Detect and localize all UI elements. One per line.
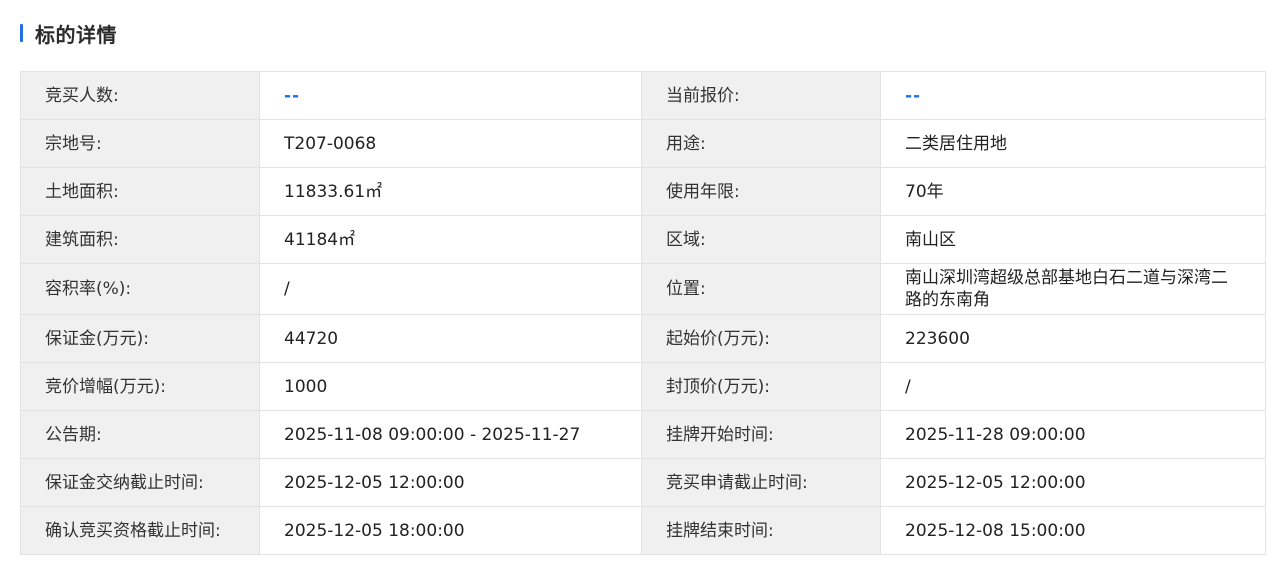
land-use-label: 用途: xyxy=(641,119,881,168)
bid-increment-value: 1000 xyxy=(259,362,642,411)
qualification-deadline-value: 2025-12-05 18:00:00 xyxy=(259,506,642,555)
table-row-announcement-period: 公告期: 2025-11-08 09:00:00 - 2025-11-27 挂牌… xyxy=(20,410,1266,459)
table-row-bidder-count: 竞买人数: -- 当前报价: -- xyxy=(20,71,1266,120)
plot-ratio-label: 容积率(%): xyxy=(20,263,260,315)
location-value: 南山深圳湾超级总部基地白石二道与深湾二路的东南角 xyxy=(880,263,1266,315)
table-row-bid-increment: 竞价增幅(万元): 1000 封顶价(万元): / xyxy=(20,362,1266,411)
location-label: 位置: xyxy=(641,263,881,315)
deposit-deadline-label: 保证金交纳截止时间: xyxy=(20,458,260,507)
current-bid-value: -- xyxy=(880,71,1266,120)
section-header: 标的详情 xyxy=(20,20,117,47)
table-row-qualification-deadline: 确认竞买资格截止时间: 2025-12-05 18:00:00 挂牌结束时间: … xyxy=(20,506,1266,555)
district-value: 南山区 xyxy=(880,215,1266,264)
price-cap-label: 封顶价(万元): xyxy=(641,362,881,411)
lot-detail-table: 竞买人数: -- 当前报价: -- 宗地号: T207-0068 用途: 二类居… xyxy=(20,71,1266,555)
plot-ratio-value: / xyxy=(259,263,642,315)
current-bid-label: 当前报价: xyxy=(641,71,881,120)
deposit-label: 保证金(万元): xyxy=(20,314,260,363)
land-area-label: 土地面积: xyxy=(20,167,260,216)
listing-end-value: 2025-12-08 15:00:00 xyxy=(880,506,1266,555)
starting-price-label: 起始价(万元): xyxy=(641,314,881,363)
land-use-value: 二类居住用地 xyxy=(880,119,1266,168)
table-row-deposit: 保证金(万元): 44720 起始价(万元): 223600 xyxy=(20,314,1266,363)
land-area-value: 11833.61㎡ xyxy=(259,167,642,216)
bidder-count-value: -- xyxy=(259,71,642,120)
section-accent-bar xyxy=(20,24,23,42)
parcel-number-value: T207-0068 xyxy=(259,119,642,168)
deposit-value: 44720 xyxy=(259,314,642,363)
price-cap-value: / xyxy=(880,362,1266,411)
section-title: 标的详情 xyxy=(35,22,117,47)
table-row-land-area: 土地面积: 11833.61㎡ 使用年限: 70年 xyxy=(20,167,1266,216)
bidder-count-label: 竞买人数: xyxy=(20,71,260,120)
listing-start-label: 挂牌开始时间: xyxy=(641,410,881,459)
district-label: 区域: xyxy=(641,215,881,264)
table-row-deposit-deadline: 保证金交纳截止时间: 2025-12-05 12:00:00 竞买申请截止时间:… xyxy=(20,458,1266,507)
parcel-number-label: 宗地号: xyxy=(20,119,260,168)
listing-start-value: 2025-11-28 09:00:00 xyxy=(880,410,1266,459)
starting-price-value: 223600 xyxy=(880,314,1266,363)
deposit-deadline-value: 2025-12-05 12:00:00 xyxy=(259,458,642,507)
usage-term-value: 70年 xyxy=(880,167,1266,216)
usage-term-label: 使用年限: xyxy=(641,167,881,216)
bid-increment-label: 竞价增幅(万元): xyxy=(20,362,260,411)
building-area-label: 建筑面积: xyxy=(20,215,260,264)
table-row-building-area: 建筑面积: 41184㎡ 区域: 南山区 xyxy=(20,215,1266,264)
announcement-period-value: 2025-11-08 09:00:00 - 2025-11-27 xyxy=(259,410,642,459)
table-row-parcel-number: 宗地号: T207-0068 用途: 二类居住用地 xyxy=(20,119,1266,168)
qualification-deadline-label: 确认竞买资格截止时间: xyxy=(20,506,260,555)
application-deadline-value: 2025-12-05 12:00:00 xyxy=(880,458,1266,507)
application-deadline-label: 竞买申请截止时间: xyxy=(641,458,881,507)
announcement-period-label: 公告期: xyxy=(20,410,260,459)
building-area-value: 41184㎡ xyxy=(259,215,642,264)
listing-end-label: 挂牌结束时间: xyxy=(641,506,881,555)
table-row-plot-ratio: 容积率(%): / 位置: 南山深圳湾超级总部基地白石二道与深湾二路的东南角 xyxy=(20,263,1266,315)
